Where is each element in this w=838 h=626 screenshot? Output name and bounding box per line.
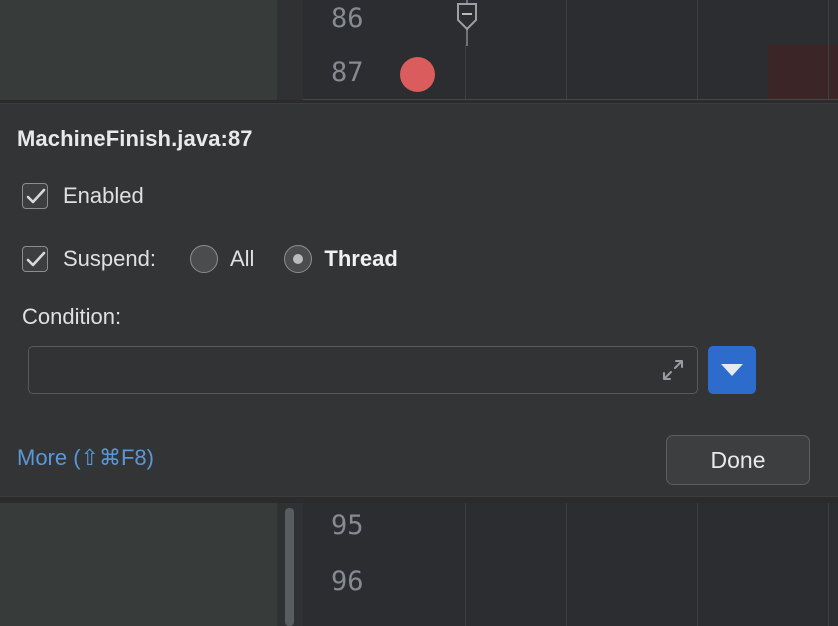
checkmark-icon	[26, 188, 46, 204]
suspend-policy-radio-group: All Thread	[189, 245, 398, 273]
code-editor-bottom: 95 96	[303, 503, 838, 626]
column-guide	[566, 503, 567, 626]
radio-selected-dot	[293, 254, 304, 264]
dialog-pointer-tail	[388, 170, 448, 208]
column-guide	[465, 503, 466, 626]
suspend-option-thread[interactable]: Thread	[284, 245, 398, 273]
line-number: 86	[331, 3, 364, 34]
collapse-fold-glyph	[457, 0, 477, 46]
enabled-checkbox[interactable]	[22, 183, 48, 209]
suspend-checkbox[interactable]	[22, 246, 48, 272]
column-guide	[697, 503, 698, 626]
enabled-label: Enabled	[63, 183, 144, 208]
column-guide	[465, 45, 466, 100]
enabled-row[interactable]: Enabled	[22, 183, 144, 209]
more-options-link[interactable]: More (⇧⌘F8)	[17, 445, 154, 471]
chevron-down-icon	[721, 364, 743, 376]
column-guide	[566, 0, 567, 100]
line-number: 96	[331, 566, 364, 597]
condition-input[interactable]	[28, 346, 698, 394]
expand-diagonal-icon[interactable]	[661, 358, 685, 382]
breakpoint-properties-dialog: MachineFinish.java:87 Enabled Suspend: A…	[0, 104, 838, 496]
line-number: 87	[331, 57, 364, 88]
collapse-fold-icon[interactable]	[455, 0, 479, 46]
expand-diagonal-glyph	[663, 360, 683, 380]
suspend-row[interactable]: Suspend: All Thread	[22, 245, 398, 273]
editor-edge	[303, 99, 838, 100]
breakpoint-marker-icon[interactable]	[400, 57, 435, 92]
condition-input-row	[28, 346, 756, 394]
column-guide	[697, 0, 698, 100]
code-editor-top: 86 87 try	[303, 0, 838, 100]
tool-window-panel-top	[0, 0, 277, 100]
radio-thread-label: Thread	[324, 246, 398, 271]
radio-all[interactable]	[189, 245, 218, 273]
suspend-option-all[interactable]: All	[189, 245, 255, 273]
suspend-label: Suspend:	[63, 246, 156, 271]
editor-gutter-top	[277, 0, 303, 100]
column-guide	[828, 0, 829, 100]
column-guide	[828, 503, 829, 626]
condition-dropdown-button[interactable]	[708, 346, 756, 394]
screen-root: 86 87 try estApplication 95 96	[0, 0, 838, 626]
tool-window-panel-bottom: estApplication	[0, 503, 277, 626]
radio-thread[interactable]	[284, 245, 313, 273]
dialog-title: MachineFinish.java:87	[17, 126, 253, 151]
condition-label: Condition:	[22, 304, 122, 329]
done-button[interactable]: Done	[666, 435, 810, 485]
line-number: 95	[331, 510, 364, 541]
radio-all-label: All	[229, 246, 255, 271]
checkmark-icon	[26, 251, 46, 267]
editor-scrollbar-thumb[interactable]	[285, 508, 294, 626]
